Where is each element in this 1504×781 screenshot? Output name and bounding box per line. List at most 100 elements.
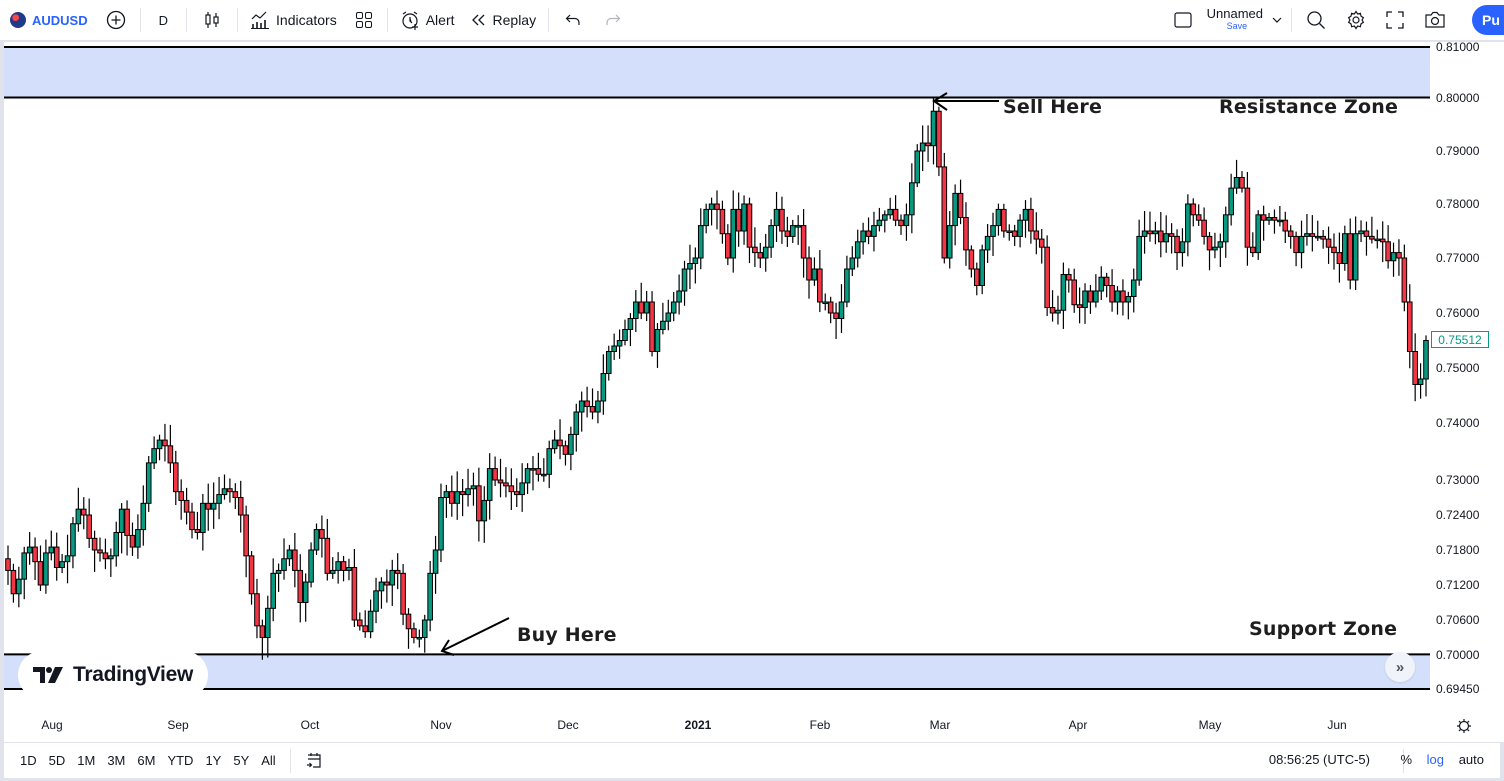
templates-button[interactable] [345,0,383,40]
candle-up [811,268,818,281]
indicators-button[interactable]: Indicators [242,0,345,40]
candle-up [1060,274,1067,311]
range-tab-5d[interactable]: 5D [43,753,72,768]
symbol-search-button[interactable]: AUDUSD [0,0,96,40]
candle-down [557,439,563,447]
candle-down [129,534,136,548]
replay-button[interactable]: Replay [463,0,545,40]
candle-up [367,610,374,633]
resistance-zone-label[interactable]: Resistance Zone [1219,96,1398,118]
candle-down [476,485,482,522]
candle-down [1271,217,1278,221]
candle-down [1206,235,1213,251]
candle-down [746,203,753,248]
candle-down [1396,252,1402,259]
tradingview-logo[interactable]: TradingView [18,651,208,699]
indicators-icon [251,11,270,29]
clock-timezone[interactable]: 08:56:25 (UTC-5) [1269,752,1370,767]
tradingview-logo-icon [32,667,63,683]
range-tab-1y[interactable]: 1Y [199,753,227,768]
candle-up [1098,276,1105,292]
range-tab-1m[interactable]: 1M [71,753,101,768]
goto-date-button[interactable] [299,741,329,781]
candle-up [611,345,617,352]
buy-arrow-line[interactable] [441,617,510,652]
range-tab-3m[interactable]: 3M [101,753,131,768]
snapshot-button[interactable] [1414,0,1456,40]
auto-scale-toggle[interactable]: auto [1459,752,1484,767]
candle-down [1331,246,1337,254]
candle-up [1179,241,1186,254]
sell-here-label[interactable]: Sell Here [1003,96,1102,118]
redo-icon [606,14,621,25]
candle-down [1001,208,1007,232]
price-tick-label: 0.69450 [1436,682,1480,696]
candle-up [378,581,385,592]
candle-down [757,252,764,259]
candle-up [687,263,693,270]
range-tab-6m[interactable]: 6M [131,753,161,768]
candle-down [584,400,590,407]
search-button[interactable] [1296,0,1336,40]
candle-down [1406,301,1413,352]
interval-button[interactable]: D [145,0,182,40]
layout-name-button[interactable]: Unnamed Save [1203,0,1287,40]
candle-down [806,257,812,281]
candle-up [465,488,471,496]
candle-up [438,497,444,551]
candle-up [1141,230,1148,237]
templates-icon [355,12,372,28]
candle-up [281,558,287,571]
layout-button[interactable] [1163,0,1203,40]
candle-up [1423,340,1429,380]
candle-up [264,607,271,638]
candle-up [854,241,861,259]
candle-up [643,301,650,314]
alert-button[interactable]: Alert [392,0,463,40]
candle-down [1244,187,1251,248]
candle-down [32,546,38,563]
candle-up [1374,238,1381,242]
candle-up [135,529,141,548]
range-tab-5y[interactable]: 5Y [227,753,255,768]
time-axis-settings-icon[interactable] [1456,718,1472,734]
candle-down [784,230,791,237]
log-scale-toggle[interactable]: log [1427,752,1444,767]
undo-icon [565,14,580,25]
buy-here-label[interactable]: Buy Here [517,624,617,646]
candle-up [113,532,120,557]
time-tick-label: Aug [41,718,63,732]
flag-icon [10,12,26,28]
percent-scale-toggle[interactable]: % [1400,752,1412,767]
candle-up [421,619,428,638]
candle-up [329,569,336,574]
range-tab-ytd[interactable]: YTD [161,753,199,768]
toolbar-divider [289,748,291,773]
chart-pane[interactable]: Sell Here Resistance Zone Buy Here Suppo… [4,40,1504,742]
range-tab-all[interactable]: All [255,753,281,768]
support-zone-label[interactable]: Support Zone [1249,618,1397,640]
candle-down [1260,214,1267,221]
candle-down [1379,238,1386,243]
candle-down [1120,290,1126,303]
candle-down [189,511,195,531]
resistance-zone[interactable] [4,47,1430,98]
candle-down [1293,235,1299,254]
candle-up [1006,230,1013,233]
fullscreen-button[interactable] [1376,0,1414,40]
candle-up [26,546,33,554]
save-link[interactable]: Save [1227,20,1248,32]
undo-button[interactable] [553,0,593,40]
support-zone[interactable] [4,654,1430,689]
candle-up [919,142,926,152]
settings-button[interactable] [1336,0,1376,40]
range-tab-1d[interactable]: 1D [14,753,43,768]
publish-button[interactable]: Pu [1472,5,1504,35]
candle-up [676,290,682,303]
chart-type-button[interactable] [191,0,233,40]
replay-label: Replay [492,12,537,28]
compare-symbol-button[interactable] [96,0,136,40]
redo-button[interactable] [593,0,633,40]
candle-up [1212,246,1218,251]
scroll-to-realtime-button[interactable]: » [1385,652,1415,682]
